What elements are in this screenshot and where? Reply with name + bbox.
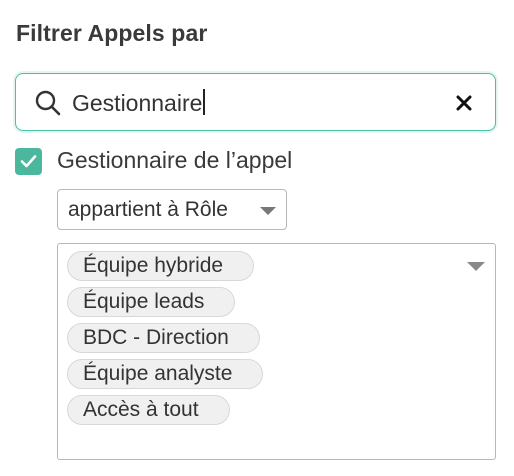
- close-icon[interactable]: [455, 94, 473, 112]
- value-chip[interactable]: Équipe analyste: [67, 359, 264, 389]
- filter-field-label[interactable]: Gestionnaire de l’appel: [57, 147, 292, 174]
- search-icon: [34, 89, 62, 117]
- chevron-down-icon: [260, 207, 276, 215]
- filter-checkbox[interactable]: [15, 148, 42, 175]
- value-chip[interactable]: Accès à tout: [67, 395, 230, 425]
- value-chip[interactable]: BDC - Direction: [67, 323, 260, 353]
- selected-values-list: Équipe hybride Équipe leads BDC - Direct…: [67, 251, 264, 425]
- chevron-down-icon[interactable]: [467, 262, 485, 271]
- value-chip[interactable]: Équipe leads: [67, 287, 236, 317]
- search-input[interactable]: Gestionnaire: [72, 89, 205, 117]
- operator-selected-value: appartient à Rôle: [68, 198, 228, 221]
- operator-dropdown[interactable]: appartient à Rôle: [57, 189, 287, 230]
- filter-panel: Filtrer Appels par Gestionnaire Gestionn…: [0, 0, 514, 476]
- value-chip[interactable]: Équipe hybride: [67, 251, 255, 281]
- check-icon: [20, 155, 37, 168]
- panel-title: Filtrer Appels par: [16, 20, 208, 46]
- text-caret: [203, 89, 205, 115]
- search-field[interactable]: Gestionnaire: [15, 73, 496, 131]
- values-multiselect[interactable]: Équipe hybride Équipe leads BDC - Direct…: [57, 243, 496, 460]
- search-input-value: Gestionnaire: [72, 90, 203, 116]
